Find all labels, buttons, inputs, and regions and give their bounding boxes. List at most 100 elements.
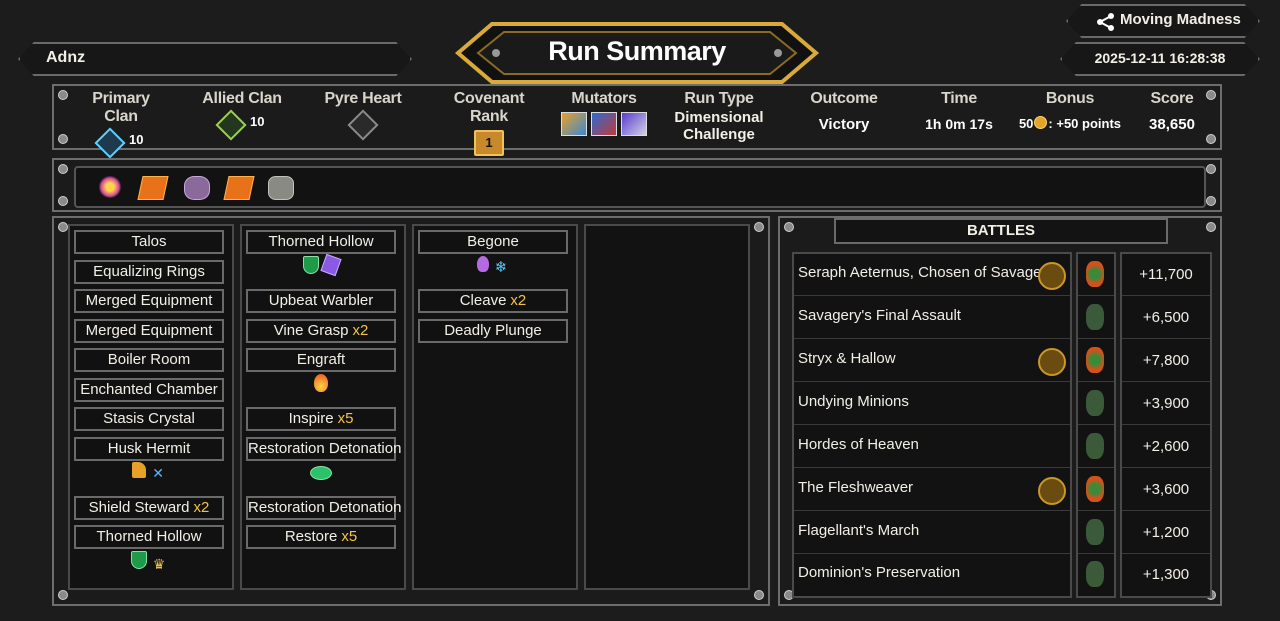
crystal-upgrade-icon[interactable] xyxy=(320,253,342,277)
deck-card[interactable]: Upbeat Warbler xyxy=(246,289,396,313)
deck-card[interactable]: Thorned Hollow xyxy=(74,525,224,549)
battle-row[interactable]: Dominion's Preservation xyxy=(794,554,1070,596)
timestamp-plate: 2025-12-11 16:28:38 xyxy=(1060,42,1260,76)
beast-relic-icon[interactable] xyxy=(184,176,210,200)
bonus-value-prefix: 50 xyxy=(1018,116,1034,131)
battle-score: +11,700 xyxy=(1139,266,1193,283)
allied-clan-icon[interactable] xyxy=(214,109,247,141)
run-timestamp: 2025-12-11 16:28:38 xyxy=(1094,50,1226,66)
deck-card[interactable]: Husk Hermit xyxy=(74,437,224,461)
battle-score: +2,600 xyxy=(1142,438,1190,455)
battle-score: +3,600 xyxy=(1142,481,1190,498)
deck-card[interactable]: Vine Grasp x2 xyxy=(246,319,396,343)
deck-card[interactable]: Restoration Detonation xyxy=(246,496,401,520)
deck-card[interactable]: Restore x5 xyxy=(246,525,396,549)
deck-card[interactable]: Cleave x2 xyxy=(418,289,568,313)
deck-card[interactable]: Enchanted Chamber xyxy=(74,378,224,402)
card-upgrades: ❄ xyxy=(418,256,568,278)
card-upgrades xyxy=(246,462,396,484)
score-stat: Score 38,650 xyxy=(1134,90,1210,133)
pyre-heart-label: Pyre Heart xyxy=(324,90,402,107)
deck-card[interactable]: Merged Equipment xyxy=(74,289,224,313)
allied-clan-label: Allied Clan xyxy=(202,90,282,107)
primary-clan-icon[interactable] xyxy=(93,127,126,159)
battle-score: +1,200 xyxy=(1142,524,1190,541)
champion-icon xyxy=(1038,477,1066,505)
boss-pyre-icon xyxy=(1086,261,1104,287)
time-label: Time xyxy=(941,90,977,107)
time-value: 1h 0m 17s xyxy=(925,116,993,132)
mutators-label: Mutators xyxy=(571,90,637,107)
battle-scores-column: +11,700 +6,500 +7,800 +3,900 +2,600 +3,6… xyxy=(1120,252,1212,598)
pyre-heart-stat: Pyre Heart xyxy=(320,90,406,141)
shield-upgrade-icon[interactable] xyxy=(130,551,147,569)
deck-card[interactable]: Thorned Hollow xyxy=(246,230,396,254)
eye-upgrade-icon[interactable] xyxy=(310,466,332,480)
pyre-heart-icon[interactable] xyxy=(347,109,379,141)
run-type-label: Run Type xyxy=(684,90,754,107)
outcome-stat: Outcome Victory xyxy=(802,90,886,133)
share-button[interactable]: Moving Madness xyxy=(1066,4,1260,38)
crown-upgrade-icon[interactable]: ♛ xyxy=(151,556,167,572)
card-upgrades xyxy=(246,374,396,396)
deck-card[interactable]: Begone xyxy=(418,230,568,254)
battle-score: +7,800 xyxy=(1142,352,1190,369)
deck-card[interactable]: Boiler Room xyxy=(74,348,224,372)
battle-row[interactable]: Hordes of Heaven xyxy=(794,426,1070,468)
deck-card[interactable]: Stasis Crystal xyxy=(74,407,224,431)
battle-row[interactable]: Flagellant's March xyxy=(794,512,1070,554)
deck-column-4 xyxy=(584,224,750,590)
deck-card[interactable]: Deadly Plunge xyxy=(418,319,568,343)
orange-gem-relic-icon[interactable] xyxy=(137,176,169,200)
mutator-icon[interactable] xyxy=(560,112,587,136)
pyre-icon xyxy=(1086,304,1104,330)
covenant-rank-badge[interactable]: 1 xyxy=(474,130,504,156)
coin-icon xyxy=(1034,116,1048,129)
player-name: Adnz xyxy=(46,49,86,66)
primary-clan-label: Primary Clan xyxy=(92,90,150,125)
covenant-rank-label: Covenant Rank xyxy=(453,90,525,125)
relic-bar xyxy=(74,166,1206,208)
score-value: 38,650 xyxy=(1149,116,1195,133)
champion-icon xyxy=(1038,262,1066,290)
battle-row[interactable]: The Fleshweaver xyxy=(794,469,1070,511)
covenant-rank-stat: Covenant Rank 1 xyxy=(434,90,544,156)
purple-claw-upgrade-icon[interactable] xyxy=(476,256,489,272)
player-name-plate: Adnz xyxy=(18,42,412,76)
mutator-icon[interactable] xyxy=(591,112,617,136)
run-type-value-line2: Challenge xyxy=(683,126,755,143)
deck-card[interactable]: Inspire x5 xyxy=(246,407,396,431)
deck-card[interactable]: Shield Steward x2 xyxy=(74,496,224,520)
battle-row[interactable]: Stryx & Hallow xyxy=(794,340,1070,382)
title-banner: Run Summary xyxy=(444,18,830,88)
share-icon xyxy=(1097,13,1114,31)
run-type-stat: Run Type Dimensional Challenge xyxy=(666,90,772,143)
bonus-stat: Bonus 50: +50 points xyxy=(1014,90,1126,131)
battle-names-column: Seraph Aeternus, Chosen of Savagery Sava… xyxy=(792,252,1072,598)
mutators-stat: Mutators xyxy=(560,90,648,141)
flower-relic-icon[interactable] xyxy=(98,176,122,198)
boot-upgrade-icon[interactable] xyxy=(131,462,146,478)
stone-relic-icon[interactable] xyxy=(268,176,294,200)
flame-upgrade-icon[interactable] xyxy=(314,374,328,392)
battle-row[interactable]: Undying Minions xyxy=(794,383,1070,425)
run-stats-panel: Primary Clan 10 Allied Clan 10 Pyre Hear… xyxy=(52,84,1222,159)
battle-score: +6,500 xyxy=(1142,309,1190,326)
shield-upgrade-icon[interactable] xyxy=(302,256,319,274)
card-upgrades xyxy=(246,253,396,278)
battle-row[interactable]: Seraph Aeternus, Chosen of Savagery xyxy=(794,254,1070,296)
mutator-icon[interactable] xyxy=(621,112,648,136)
deck-card[interactable]: Merged Equipment xyxy=(74,319,224,343)
card-upgrades: ♛ xyxy=(74,551,224,573)
snowflake-upgrade-icon[interactable]: ❄ xyxy=(493,260,509,276)
deck-card[interactable]: Equalizing Rings xyxy=(74,260,224,284)
crossed-swords-upgrade-icon[interactable]: ✕ xyxy=(150,465,166,481)
deck-card[interactable]: Engraft xyxy=(246,348,396,372)
run-type-value-line1: Dimensional xyxy=(674,109,764,126)
orange-gem-relic-icon[interactable] xyxy=(223,176,255,200)
battle-row[interactable]: Savagery's Final Assault xyxy=(794,297,1070,339)
pyre-icon xyxy=(1086,519,1104,545)
deck-card[interactable]: Talos xyxy=(74,230,224,254)
deck-card[interactable]: Restoration Detonation xyxy=(246,437,401,461)
battles-title: BATTLES xyxy=(834,218,1168,244)
